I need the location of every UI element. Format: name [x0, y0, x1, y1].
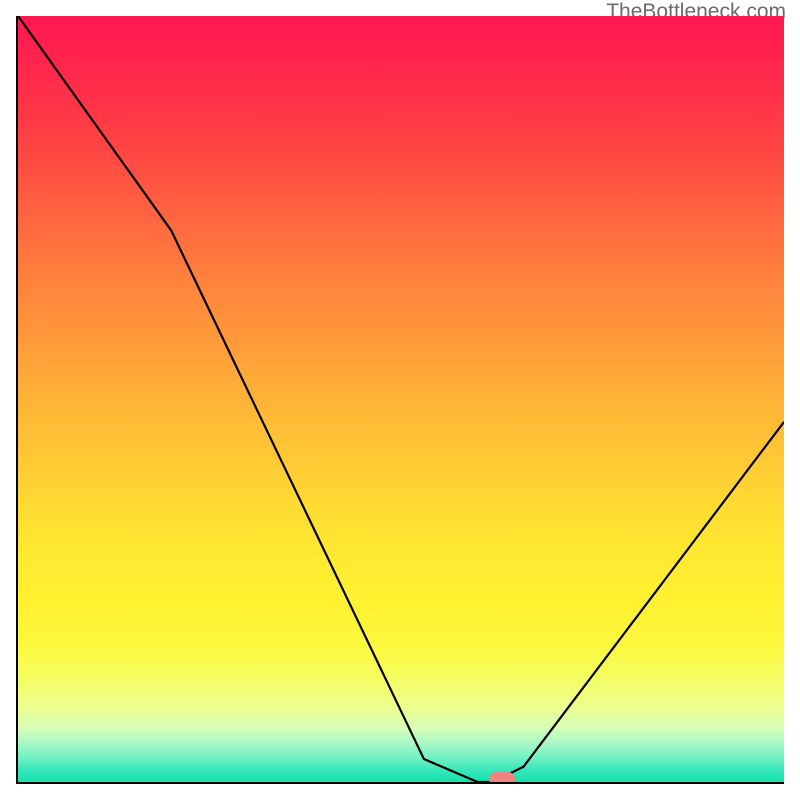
- plot-area: [16, 16, 784, 784]
- chart-container: TheBottleneck.com: [0, 0, 800, 800]
- optimum-marker: [489, 772, 515, 784]
- curve-path: [18, 16, 784, 782]
- bottleneck-curve: [18, 16, 784, 782]
